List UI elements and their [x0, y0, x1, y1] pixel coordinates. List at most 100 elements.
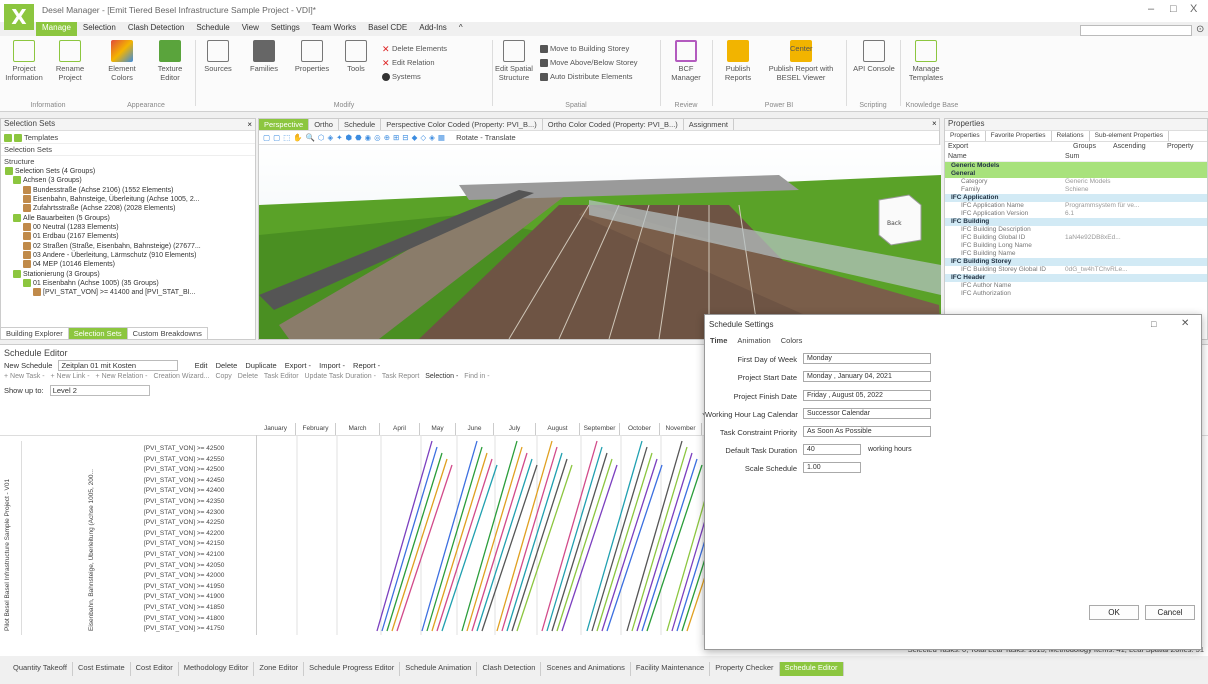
element-colors-button[interactable]: Element Colors: [100, 40, 144, 82]
task-row-label[interactable]: [PVI_STAT_VON] >= 42300: [144, 509, 256, 520]
dialog-close-button[interactable]: ✕: [1181, 318, 1189, 329]
edit-relation-button[interactable]: ✕ Edit Relation: [382, 58, 435, 68]
tab-ortho-color-coded[interactable]: Ortho Color Coded (Property: PVI_B...): [543, 119, 684, 130]
tab-quantity-takeoff[interactable]: Quantity Takeoff: [8, 662, 73, 676]
rename-project-button[interactable]: Rename Project: [48, 40, 92, 82]
task-row-label[interactable]: [PVI_STAT_VON] >= 42500: [144, 466, 256, 477]
gantt-task-bar[interactable]: [386, 452, 443, 632]
auto-distribute-elements-button[interactable]: Auto Distribute Elements: [540, 72, 633, 82]
tree-item[interactable]: 01 Eisenbahn (Achse 1005) (35 Groups): [5, 279, 255, 288]
tab-colors[interactable]: Colors: [776, 335, 808, 346]
import-menu-button[interactable]: Import -: [319, 361, 345, 370]
tree-item[interactable]: 04 MEP (10146 Elements): [5, 260, 255, 269]
tree-item[interactable]: Zufahrtsstraße (Achse 2208) (2028 Elemen…: [5, 204, 255, 213]
new-link-button[interactable]: + New Link -: [50, 373, 89, 380]
task-row-label[interactable]: [PVI_STAT_VON] >= 42550: [144, 456, 256, 467]
gantt-task-bar[interactable]: [496, 440, 553, 632]
gantt-task-bar[interactable]: [471, 452, 528, 632]
tree-item[interactable]: Achsen (3 Groups): [5, 176, 255, 185]
menu-view[interactable]: View: [236, 22, 265, 36]
task-row-label[interactable]: [PVI_STAT_VON] >= 41800: [144, 615, 256, 626]
systems-button[interactable]: Systems: [382, 72, 421, 82]
close-button[interactable]: X: [1190, 3, 1197, 15]
tab-facility-maintenance[interactable]: Facility Maintenance: [631, 662, 711, 676]
menu-collapse[interactable]: ^: [453, 22, 469, 36]
property-category[interactable]: IFC Building: [945, 218, 1207, 226]
tab-ortho[interactable]: Ortho: [309, 119, 339, 130]
move-above-below-storey-button[interactable]: Move Above/Below Storey: [540, 58, 638, 68]
gantt-chart[interactable]: [257, 435, 743, 635]
project-start-date-picker[interactable]: Monday , January 04, 2021: [803, 371, 931, 382]
property-row[interactable]: IFC Building Long Name: [945, 242, 1207, 250]
3d-scene[interactable]: Back: [259, 145, 941, 339]
task-editor-button[interactable]: Task Editor: [264, 373, 299, 380]
creation-wizard-button[interactable]: Creation Wizard...: [153, 373, 209, 380]
bcf-manager-button[interactable]: BCF Manager: [664, 40, 708, 82]
viewport-close-icon[interactable]: ×: [932, 119, 937, 128]
task-row-label[interactable]: [PVI_STAT_VON] >= 41850: [144, 604, 256, 615]
tools-button[interactable]: Tools: [334, 40, 378, 73]
task-row-label[interactable]: [PVI_STAT_VON] >= 42500: [144, 445, 256, 456]
tree-item[interactable]: Eisenbahn, Bahnsteige, Überleitung (Achs…: [5, 195, 255, 204]
task-row-label[interactable]: [PVI_STAT_VON] >= 42000: [144, 572, 256, 583]
report-menu-button[interactable]: Report -: [353, 361, 380, 370]
tree-item[interactable]: Bundesstraße (Achse 2106) (1552 Elements…: [5, 185, 255, 195]
menu-selection[interactable]: Selection: [77, 22, 122, 36]
selection-sets-tab[interactable]: Selection Sets: [1, 144, 255, 156]
export-button[interactable]: Export: [948, 143, 968, 150]
new-schedule-button[interactable]: New Schedule: [4, 361, 52, 370]
property-row[interactable]: IFC Building Global ID 1aN4e92DB8xEd...: [945, 234, 1207, 242]
menu-basel-cde[interactable]: Basel CDE: [362, 22, 413, 36]
find-in-button[interactable]: Find in -: [464, 373, 489, 380]
property-row[interactable]: Family Schiene: [945, 186, 1207, 194]
gantt-task-bar[interactable]: [461, 440, 518, 632]
tree-item[interactable]: [PVI_STAT_VON] >= 41400 and [PVI_STAT_BI…: [5, 288, 255, 297]
gantt-task-bar[interactable]: [636, 452, 693, 632]
tab-schedule-editor[interactable]: Schedule Editor: [779, 662, 844, 676]
tree-item[interactable]: Alle Bauarbeiten (5 Groups): [5, 213, 255, 223]
tab-sub-element-properties[interactable]: Sub-element Properties: [1090, 131, 1169, 141]
property-category[interactable]: IFC Header: [945, 274, 1207, 282]
task-row-label[interactable]: [PVI_STAT_VON] >= 41750: [144, 625, 256, 636]
working-hour-lag-calendar-select[interactable]: Successor Calendar: [803, 408, 931, 419]
menu-team-works[interactable]: Team Works: [306, 22, 362, 36]
new-task-button[interactable]: + New Task -: [4, 373, 45, 380]
tab-schedule-progress-editor[interactable]: Schedule Progress Editor: [304, 662, 401, 676]
schedule-select[interactable]: Zeitplan 01 mit Kosten: [58, 360, 179, 371]
tree-item[interactable]: Stationierung (3 Groups): [5, 269, 255, 279]
property-row[interactable]: IFC Building Description: [945, 226, 1207, 234]
search-input[interactable]: [1080, 25, 1192, 36]
cancel-button[interactable]: Cancel: [1145, 605, 1195, 620]
duplicate-button[interactable]: Duplicate: [245, 361, 276, 370]
task-constraint-priority-select[interactable]: As Soon As Possible: [803, 426, 931, 437]
tree-item[interactable]: 01 Erdbau (2167 Elements): [5, 232, 255, 241]
maximize-button[interactable]: □: [1170, 3, 1177, 15]
delete-elements-button[interactable]: ✕ Delete Elements: [382, 44, 447, 54]
tab-time[interactable]: Time: [705, 335, 732, 346]
manage-templates-button[interactable]: Manage Templates: [904, 40, 948, 82]
menu-settings[interactable]: Settings: [265, 22, 306, 36]
property-row[interactable]: IFC Application Version 6.1: [945, 210, 1207, 218]
tree-item[interactable]: 02 Straßen (Straße, Eisenbahn, Bahnsteig…: [5, 241, 255, 251]
task-row-label[interactable]: [PVI_STAT_VON] >= 42250: [144, 519, 256, 530]
tab-property-checker[interactable]: Property Checker: [710, 662, 780, 676]
families-button[interactable]: Families: [242, 40, 286, 73]
property-category[interactable]: IFC Building Storey: [945, 258, 1207, 266]
publish-reports-button[interactable]: Publish Reports: [716, 40, 760, 82]
close-icon[interactable]: ×: [247, 120, 252, 129]
selection-menu-button[interactable]: Selection -: [425, 373, 458, 380]
menu-add-ins[interactable]: Add-Ins: [413, 22, 453, 36]
tab-custom-breakdowns[interactable]: Custom Breakdowns: [128, 328, 208, 339]
menu-clash-detection[interactable]: Clash Detection: [122, 22, 190, 36]
texture-editor-button[interactable]: Texture Editor: [148, 40, 192, 82]
tree-item[interactable]: Selection Sets (4 Groups): [5, 167, 255, 176]
property-row[interactable]: IFC Authorization: [945, 290, 1207, 298]
tab-clash-detection[interactable]: Clash Detection: [477, 662, 542, 676]
tab-perspective[interactable]: Perspective: [259, 119, 310, 130]
tab-selection-sets[interactable]: Selection Sets: [68, 328, 128, 339]
tab-building-explorer[interactable]: Building Explorer: [1, 328, 69, 339]
move-to-building-storey-button[interactable]: Move to Building Storey: [540, 44, 629, 54]
tree-item[interactable]: 00 Neutral (1283 Elements): [5, 223, 255, 232]
app-logo[interactable]: X: [4, 4, 34, 30]
property-row[interactable]: IFC Author Name: [945, 282, 1207, 290]
